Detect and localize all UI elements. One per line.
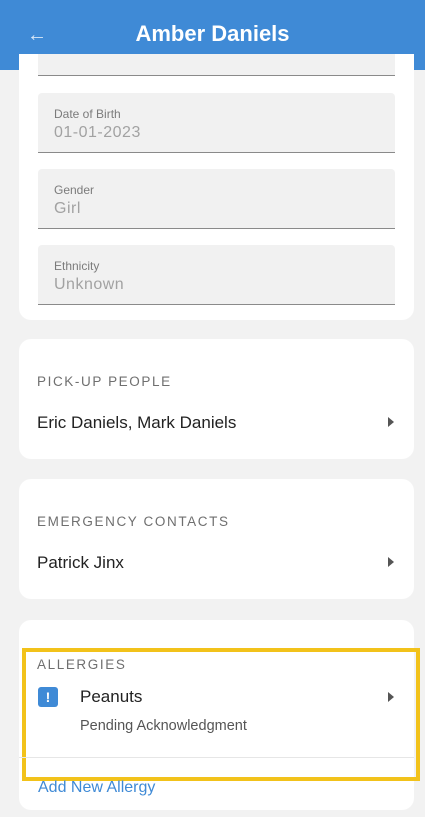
page-title: Amber Daniels xyxy=(135,21,290,46)
gender-label: Gender xyxy=(54,183,95,197)
dob-label: Date of Birth xyxy=(54,107,121,121)
emergency-section-label: EMERGENCY CONTACTS xyxy=(37,514,230,529)
add-new-allergy-link[interactable]: Add New Allergy xyxy=(38,779,155,797)
ethnicity-value: Unknown xyxy=(54,276,125,293)
ethnicity-field[interactable]: Ethnicity Unknown xyxy=(38,245,395,305)
pickup-section-label: PICK-UP PEOPLE xyxy=(37,374,172,389)
gender-value: Girl xyxy=(54,200,81,217)
allergies-section-label: ALLERGIES xyxy=(37,657,127,672)
profile-card: Date of Birth 01-01-2023 Gender Girl Eth… xyxy=(19,54,414,320)
chevron-right-icon xyxy=(388,417,394,427)
emergency-contacts-row[interactable]: Patrick Jinx xyxy=(19,544,414,584)
emergency-contacts-value: Patrick Jinx xyxy=(37,553,124,572)
dob-field[interactable]: Date of Birth 01-01-2023 xyxy=(38,93,395,153)
previous-field[interactable] xyxy=(38,54,395,76)
gender-field[interactable]: Gender Girl xyxy=(38,169,395,229)
chevron-right-icon xyxy=(388,557,394,567)
pickup-people-row[interactable]: Eric Daniels, Mark Daniels xyxy=(19,404,414,444)
chevron-right-icon xyxy=(388,692,394,702)
allergy-name: Peanuts xyxy=(80,687,143,706)
allergy-status: Pending Acknowledgment xyxy=(80,718,247,734)
divider xyxy=(19,757,414,758)
allergy-item[interactable]: Peanuts Pending Acknowledgment xyxy=(19,678,414,738)
dob-value: 01-01-2023 xyxy=(54,124,141,141)
pickup-people-value: Eric Daniels, Mark Daniels xyxy=(37,413,237,432)
ethnicity-label: Ethnicity xyxy=(54,259,100,273)
emergency-card: EMERGENCY CONTACTS Patrick Jinx xyxy=(19,479,414,599)
pickup-card: PICK-UP PEOPLE Eric Daniels, Mark Daniel… xyxy=(19,339,414,459)
